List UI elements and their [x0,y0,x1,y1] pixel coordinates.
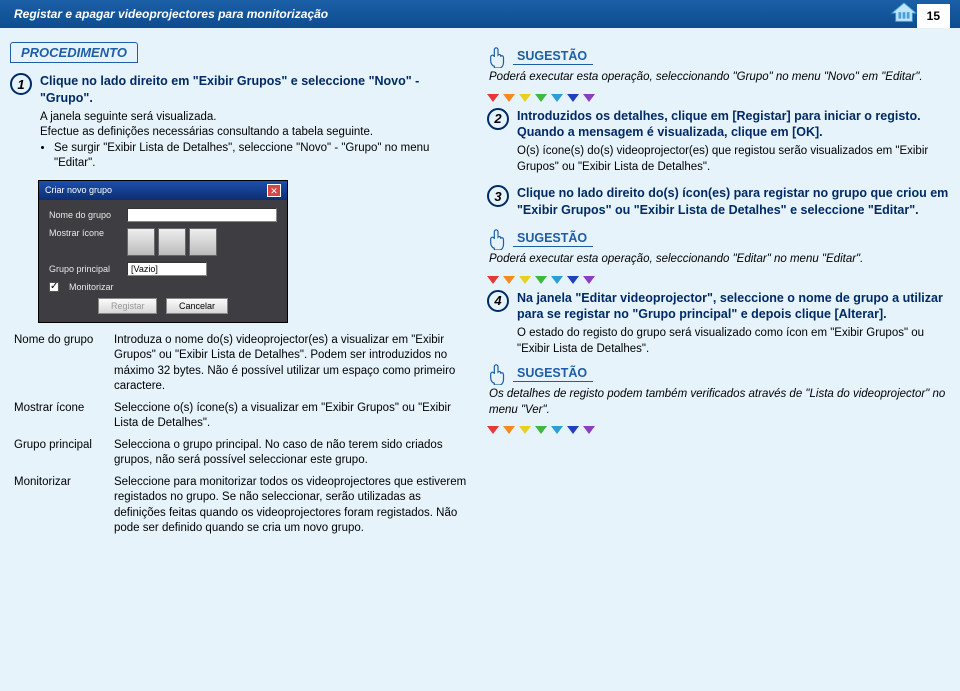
triangle-icon [487,276,499,284]
step-4: 4 Na janela "Editar videoprojector", sel… [487,290,950,358]
triangle-icon [583,94,595,102]
page-header: Registar e apagar videoprojectores para … [0,0,960,28]
sugestao-2-header: SUGESTÃO [487,228,950,250]
projector-icon[interactable] [158,228,186,256]
projector-icon[interactable] [189,228,217,256]
close-icon[interactable]: ✕ [267,184,281,197]
dialog-title: Criar novo grupo [45,185,112,195]
triangle-icon [535,426,547,434]
sugestao-label: SUGESTÃO [513,366,593,382]
dialog-label-mostrar: Mostrar ícone [49,228,121,238]
triangle-icon [535,276,547,284]
hand-point-icon [487,363,509,385]
procedimento-label: PROCEDIMENTO [10,42,138,63]
page-number: 15 [917,4,950,28]
desc-monitorizar: Seleccione para monitorizar todos os vid… [114,475,473,537]
page-title: Registar e apagar videoprojectores para … [14,7,328,21]
hand-point-icon [487,228,509,250]
step-number-1: 1 [10,73,32,95]
sugestao-3-header: SUGESTÃO [487,363,950,385]
step-1-line2: Efectue as definições necessárias consul… [40,125,473,141]
projector-icon[interactable] [127,228,155,256]
triangle-icon [551,94,563,102]
triangle-icon [567,94,579,102]
step-number-2: 2 [487,108,509,130]
triangle-icon [535,94,547,102]
triangle-icon [519,94,531,102]
step-1-line1: A janela seguinte será visualizada. [40,110,473,126]
left-column: PROCEDIMENTO 1 Clique no lado direito em… [10,42,473,543]
triangle-icon [583,426,595,434]
triangle-icon [519,426,531,434]
content: PROCEDIMENTO 1 Clique no lado direito em… [0,28,960,549]
step-1-bullet: Se surgir "Exibir Lista de Detalhes", se… [54,141,473,172]
desc-nome: Introduza o nome do(s) videoprojector(es… [114,333,473,395]
sugestao-label: SUGESTÃO [513,231,593,247]
step-2-body: O(s) ícone(s) do(s) videoprojector(es) q… [517,144,950,175]
sugestao-label: SUGESTÃO [513,49,593,65]
triangle-icon [487,94,499,102]
checkbox-icon[interactable] [49,282,59,292]
triangle-icon [503,276,515,284]
step-1-title: Clique no lado direito em "Exibir Grupos… [40,73,473,107]
table-row: Nome do grupo Introduza o nome do(s) vid… [14,333,473,395]
sugestao-2-body: Poderá executar esta operação, seleccion… [489,252,950,268]
dialog-input-grupo[interactable]: [Vazio] [127,262,207,276]
color-triangles [487,276,950,284]
registar-button[interactable]: Registar [98,298,158,314]
term-grupo: Grupo principal [14,438,102,469]
dialog-input-nome[interactable] [127,208,277,222]
color-triangles [487,94,950,102]
step-3: 3 Clique no lado direito do(s) ícon(es) … [487,185,950,222]
dialog-screenshot: Criar novo grupo ✕ Nome do grupo Mostrar… [38,180,288,323]
sugestao-1-body: Poderá executar esta operação, seleccion… [489,70,950,86]
definitions-table: Nome do grupo Introduza o nome do(s) vid… [14,333,473,537]
desc-grupo: Selecciona o grupo principal. No caso de… [114,438,473,469]
table-row: Mostrar ícone Seleccione o(s) ícone(s) a… [14,401,473,432]
dialog-icons[interactable] [127,228,217,256]
triangle-icon [503,94,515,102]
table-row: Monitorizar Seleccione para monitorizar … [14,475,473,537]
step-4-body: O estado do registo do grupo será visual… [517,326,950,357]
svg-text:TOP: TOP [899,22,909,26]
dialog-label-nome: Nome do grupo [49,210,121,220]
dialog-label-grupo: Grupo principal [49,264,121,274]
triangle-icon [583,276,595,284]
triangle-icon [487,426,499,434]
dialog-label-monitorizar: Monitorizar [69,282,114,292]
desc-mostrar: Seleccione o(s) ícone(s) a visualizar em… [114,401,473,432]
triangle-icon [551,276,563,284]
top-icon[interactable]: TOP [890,2,918,26]
triangle-icon [567,276,579,284]
step-number-4: 4 [487,290,509,312]
term-mostrar: Mostrar ícone [14,401,102,432]
term-monitorizar: Monitorizar [14,475,102,537]
triangle-icon [503,426,515,434]
term-nome: Nome do grupo [14,333,102,395]
triangle-icon [567,426,579,434]
right-column: SUGESTÃO Poderá executar esta operação, … [487,42,950,543]
table-row: Grupo principal Selecciona o grupo princ… [14,438,473,469]
cancelar-button[interactable]: Cancelar [166,298,228,314]
step-2: 2 Introduzidos os detalhes, clique em [R… [487,108,950,176]
step-number-3: 3 [487,185,509,207]
step-2-title: Introduzidos os detalhes, clique em [Reg… [517,108,950,142]
triangle-icon [551,426,563,434]
step-1: 1 Clique no lado direito em "Exibir Grup… [10,73,473,172]
color-triangles [487,426,950,434]
step-3-title: Clique no lado direito do(s) ícon(es) pa… [517,185,950,219]
sugestao-1-header: SUGESTÃO [487,46,950,68]
triangle-icon [519,276,531,284]
sugestao-3-body: Os detalhes de registo podem também veri… [489,387,950,418]
hand-point-icon [487,46,509,68]
step-4-title: Na janela "Editar videoprojector", selec… [517,290,950,324]
